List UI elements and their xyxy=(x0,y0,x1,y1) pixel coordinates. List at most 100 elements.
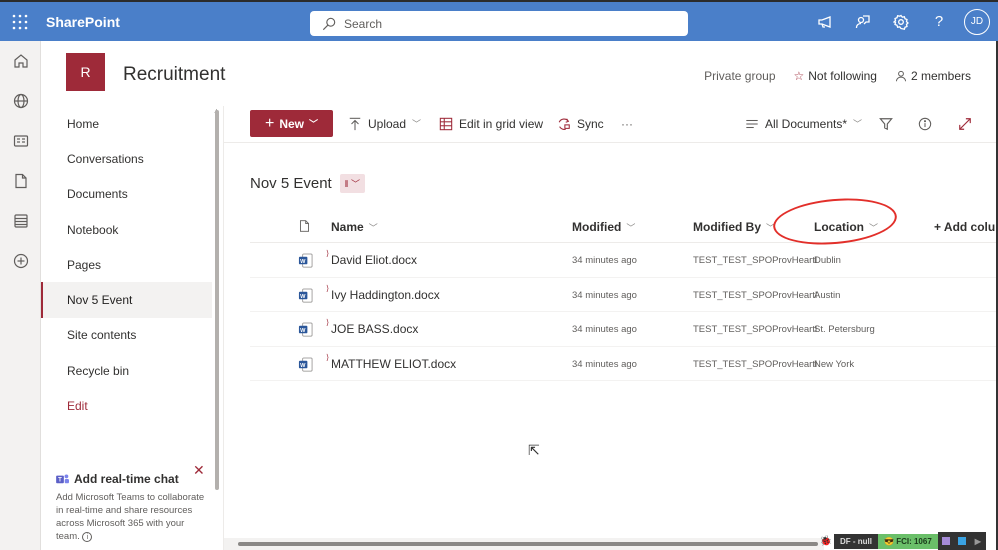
nav-item-documents[interactable]: Documents xyxy=(41,177,223,212)
feedback-button[interactable] xyxy=(844,2,882,41)
waffle-icon xyxy=(12,14,28,29)
df-status[interactable]: DF - null xyxy=(834,533,878,549)
nav-edit-link[interactable]: Edit xyxy=(41,388,223,423)
search-icon xyxy=(322,17,336,30)
info-icon[interactable]: i xyxy=(82,532,93,542)
close-icon[interactable]: ✕ xyxy=(193,462,205,479)
extension-icon-blue[interactable] xyxy=(953,532,970,550)
file-icon xyxy=(14,173,27,189)
chat-card-description: Add Microsoft Teams to collaborate in re… xyxy=(56,491,206,543)
upload-label: Upload xyxy=(368,116,407,131)
members-button[interactable]: 2 members xyxy=(895,69,971,83)
news-icon xyxy=(13,135,28,147)
help-icon: ? xyxy=(934,13,944,30)
file-modified: 34 minutes ago xyxy=(572,255,637,266)
view-label: All Documents* xyxy=(765,116,848,131)
file-modified-by[interactable]: TEST_TEST_SPOProvHeartl xyxy=(693,324,817,335)
search-placeholder: Search xyxy=(344,16,383,31)
file-name[interactable]: JOE BASS.docx xyxy=(331,322,418,336)
filter-button[interactable] xyxy=(879,110,893,137)
file-name[interactable]: Ivy Haddington.docx xyxy=(331,288,440,302)
sync-button[interactable]: Sync xyxy=(557,110,604,137)
file-type-icon[interactable] xyxy=(298,219,311,233)
nav-item-conversations[interactable]: Conversations xyxy=(41,141,223,176)
appbar-files[interactable] xyxy=(0,161,41,201)
search-box[interactable]: Search xyxy=(310,11,688,36)
new-button[interactable]: + New ﹀ xyxy=(250,110,333,137)
word-doc-icon: W xyxy=(298,357,313,371)
column-modified-by-label: Modified By xyxy=(693,220,761,234)
scrollbar-thumb[interactable] xyxy=(238,542,818,546)
person-icon xyxy=(895,70,906,82)
horizontal-scrollbar[interactable] xyxy=(224,538,824,550)
follow-label: Not following xyxy=(808,69,877,83)
appbar-lists[interactable] xyxy=(0,201,41,241)
appbar-news[interactable] xyxy=(0,121,41,161)
fullscreen-button[interactable] xyxy=(958,110,972,137)
file-row[interactable]: W ⟩ David Eliot.docx 34 minutes ago TEST_TES… xyxy=(250,243,998,278)
settings-button[interactable] xyxy=(882,2,920,41)
chevron-down-icon: ﹀ xyxy=(309,119,319,129)
extension-icon-purple[interactable] xyxy=(937,532,954,550)
column-header-modified[interactable]: Modified ﹀ xyxy=(572,220,635,234)
feedback-icon xyxy=(855,14,870,28)
svg-text:W: W xyxy=(300,362,306,368)
more-actions-button[interactable]: ··· xyxy=(621,110,633,137)
expand-icon xyxy=(959,117,971,130)
view-options-icon xyxy=(746,119,758,128)
file-row[interactable]: W ⟩ JOE BASS.docx 34 minutes ago TEST_TEST_S… xyxy=(250,312,998,347)
app-launcher-button[interactable] xyxy=(0,2,40,41)
follow-button[interactable]: ☆ Not following xyxy=(794,69,877,83)
nav-scrollbar[interactable] xyxy=(215,110,219,490)
nav-item-pages[interactable]: Pages xyxy=(41,247,223,282)
help-button[interactable]: ? xyxy=(920,2,958,41)
chat-card-title[interactable]: Add real-time chat xyxy=(74,472,179,486)
column-header-modified-by[interactable]: Modified By ﹀ xyxy=(693,220,775,234)
suite-bar: SharePoint Search ? JD xyxy=(0,0,998,41)
site-header: R Recruitment Private group ☆ Not follow… xyxy=(41,41,998,106)
user-avatar[interactable]: JD xyxy=(964,8,990,35)
file-modified-by[interactable]: TEST_TEST_SPOProvHeartl xyxy=(693,359,817,370)
upload-button[interactable]: Upload ﹀ xyxy=(348,110,421,137)
site-title[interactable]: Recruitment xyxy=(123,64,225,86)
upload-icon xyxy=(349,117,361,130)
library-view-dropdown[interactable]: ⫴ ﹀ xyxy=(339,174,366,193)
column-header-name[interactable]: Name ﹀ xyxy=(331,220,378,234)
svg-text:W: W xyxy=(300,293,306,299)
chevron-down-icon: ﹀ xyxy=(351,179,361,189)
file-name[interactable]: MATTHEW ELIOT.docx xyxy=(331,357,456,371)
info-pane-button[interactable] xyxy=(918,110,932,137)
whats-new-button[interactable] xyxy=(806,2,844,41)
fci-label: FCI: 1067 xyxy=(896,536,932,546)
file-modified: 34 minutes ago xyxy=(572,289,637,301)
app-name[interactable]: SharePoint xyxy=(46,14,120,30)
view-switcher[interactable]: All Documents* ﹀ xyxy=(745,110,862,137)
file-name[interactable]: David Eliot.docx xyxy=(331,253,417,267)
appbar-create[interactable] xyxy=(0,241,41,281)
fci-status[interactable]: 😎 FCI: 1067 xyxy=(878,533,938,549)
file-modified-by[interactable]: TEST_TEST_SPOProvHeartl xyxy=(693,255,817,266)
grid-icon xyxy=(439,117,453,130)
appbar-sites[interactable] xyxy=(0,81,41,121)
file-modified: 34 minutes ago xyxy=(572,358,637,370)
nav-item-site-contents[interactable]: Site contents xyxy=(41,318,223,353)
site-logo[interactable]: R xyxy=(66,53,105,91)
grid-label: Edit in grid view xyxy=(459,116,544,131)
new-label: New xyxy=(279,116,304,131)
file-modified-by[interactable]: TEST_TEST_SPOProvHeartl xyxy=(693,290,817,301)
nav-item-nov-5-event[interactable]: Nov 5 Event xyxy=(41,282,212,318)
ladybug-icon[interactable]: 🐞 xyxy=(818,536,834,547)
file-row[interactable]: W ⟩ MATTHEW ELIOT.docx 34 minutes ago TEST_T… xyxy=(250,347,998,381)
file-modified: 34 minutes ago xyxy=(572,324,637,335)
file-row[interactable]: W ⟩ Ivy Haddington.docx 34 minutes ago TEST_… xyxy=(250,278,998,312)
appbar-home[interactable] xyxy=(0,41,41,81)
add-column-button[interactable]: + Add column xyxy=(934,220,998,234)
sync-label: Sync xyxy=(577,116,604,131)
nav-item-notebook[interactable]: Notebook xyxy=(41,212,223,247)
nav-item-recycle-bin[interactable]: Recycle bin xyxy=(41,353,223,388)
nav-item-home[interactable]: Home xyxy=(41,106,223,141)
mouse-cursor-icon: ⇱ xyxy=(528,442,540,458)
edit-grid-view-button[interactable]: Edit in grid view xyxy=(439,110,543,137)
privacy-label: Private group xyxy=(704,69,776,83)
expand-arrow-icon[interactable]: ▶ xyxy=(969,532,986,550)
